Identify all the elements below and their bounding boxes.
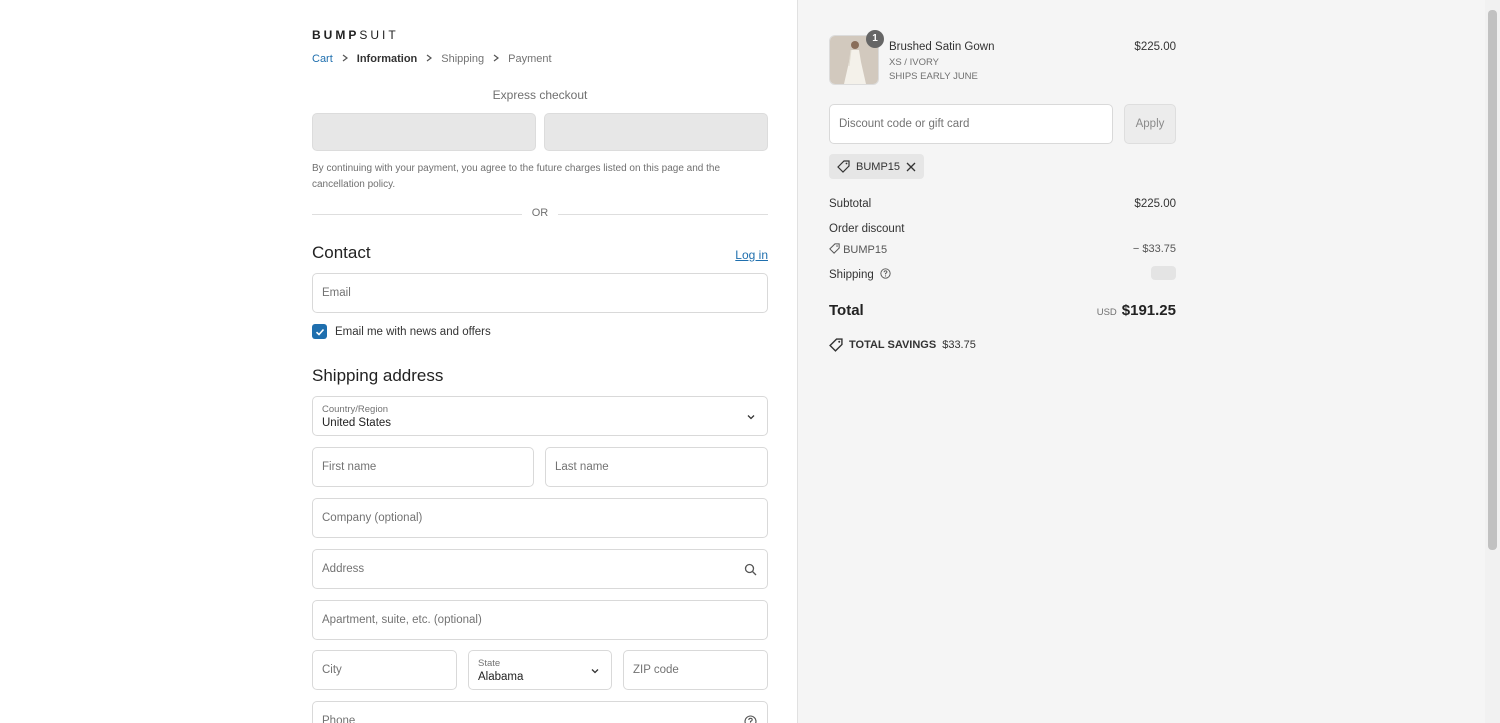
applied-discount-chip: BUMP15: [829, 154, 925, 179]
scrollbar-thumb[interactable]: [1488, 10, 1497, 550]
last-name-field[interactable]: Last name: [545, 447, 768, 487]
total-savings: TOTAL SAVINGS $33.75: [829, 338, 976, 352]
chevron-right-icon: [341, 54, 349, 65]
tag-icon: [829, 338, 843, 352]
page-scrollbar[interactable]: [1485, 0, 1500, 723]
country-label: Country/Region: [322, 404, 389, 415]
first-name-field[interactable]: First name: [312, 447, 534, 487]
state-select[interactable]: State Alabama: [468, 650, 612, 690]
shipping-row: Shipping: [829, 266, 1176, 281]
product-price: $225.00: [1134, 41, 1176, 53]
city-field[interactable]: City: [312, 650, 457, 690]
shipping-label: Shipping: [829, 269, 874, 281]
express-checkout-button-1[interactable]: [312, 113, 536, 151]
chevron-right-icon: [425, 54, 433, 65]
phone-field[interactable]: Phone: [312, 701, 768, 723]
breadcrumb-payment: Payment: [508, 53, 552, 65]
product-shipping-note: SHIPS EARLY JUNE: [889, 71, 978, 82]
apartment-field[interactable]: Apartment, suite, etc. (optional): [312, 600, 768, 640]
country-select[interactable]: Country/Region United States: [312, 396, 768, 436]
search-icon: [744, 563, 757, 576]
checkout-form-panel: BUMPSUIT Cart Information Shipping Payme…: [0, 0, 798, 723]
remove-discount-icon[interactable]: [906, 160, 916, 174]
subtotal-label: Subtotal: [829, 198, 872, 210]
email-placeholder: Email: [322, 287, 351, 299]
email-field[interactable]: Email: [312, 273, 768, 313]
first-name-placeholder: First name: [322, 461, 377, 473]
product-variant: XS / IVORY: [889, 57, 939, 68]
breadcrumb-cart[interactable]: Cart: [312, 53, 333, 65]
breadcrumb-information: Information: [356, 53, 418, 65]
tag-icon: [829, 243, 840, 254]
company-field[interactable]: Company (optional): [312, 498, 768, 538]
discount-placeholder: Discount code or gift card: [839, 118, 970, 130]
shipping-value-placeholder: [1151, 266, 1176, 280]
breadcrumb: Cart Information Shipping Payment: [312, 53, 552, 65]
quantity-badge: 1: [866, 30, 884, 48]
total-savings-label: TOTAL SAVINGS: [849, 339, 937, 351]
chevron-down-icon: [591, 669, 599, 674]
city-placeholder: City: [322, 664, 342, 676]
help-circle-icon: [744, 715, 757, 723]
address-placeholder: Address: [322, 563, 365, 575]
last-name-placeholder: Last name: [555, 461, 609, 473]
order-discount-row: Order discount: [829, 223, 1176, 235]
express-checkout-title: Express checkout: [492, 88, 588, 102]
help-circle-icon: [880, 268, 891, 279]
newsletter-label: Email me with news and offers: [335, 325, 491, 338]
payment-disclaimer: By continuing with your payment, you agr…: [312, 163, 721, 190]
zip-placeholder: ZIP code: [633, 664, 679, 676]
login-link[interactable]: Log in: [735, 248, 768, 262]
state-label: State: [478, 658, 501, 669]
express-checkout-button-2[interactable]: [544, 113, 768, 151]
discount-value: − $33.75: [1132, 243, 1176, 255]
apartment-placeholder: Apartment, suite, etc. (optional): [322, 614, 482, 626]
chevron-right-icon: [492, 54, 500, 65]
subtotal-value: $225.00: [1134, 198, 1176, 210]
total-label: Total: [829, 302, 864, 319]
or-label: OR: [531, 207, 549, 219]
state-value: Alabama: [478, 671, 524, 683]
brand-logo[interactable]: BUMPSUIT: [312, 28, 399, 42]
tag-icon: [837, 160, 850, 173]
product-name: Brushed Satin Gown: [889, 41, 995, 53]
discount-code-label: BUMP15: [843, 244, 888, 256]
total-savings-value: $33.75: [942, 339, 976, 351]
breadcrumb-shipping: Shipping: [441, 53, 485, 65]
zip-field[interactable]: ZIP code: [623, 650, 768, 690]
divider-line: [558, 214, 768, 215]
address-field[interactable]: Address: [312, 549, 768, 589]
or-divider: OR: [312, 207, 768, 221]
order-discount-label: Order discount: [829, 223, 905, 235]
divider-line: [312, 214, 522, 215]
checkmark-icon: [315, 328, 324, 336]
order-summary-panel: 1 Brushed Satin Gown XS / IVORY SHIPS EA…: [797, 0, 1500, 723]
apply-discount-button[interactable]: Apply: [1124, 104, 1176, 144]
discount-code-input[interactable]: Discount code or gift card: [829, 104, 1113, 144]
total-value: USD $191.25: [1097, 302, 1176, 319]
newsletter-checkbox[interactable]: [312, 324, 327, 339]
total-amount: $191.25: [1121, 302, 1176, 319]
phone-placeholder: Phone: [322, 715, 356, 723]
applied-discount-code: BUMP15: [856, 160, 901, 173]
contact-heading: Contact: [312, 243, 371, 262]
country-value: United States: [322, 417, 392, 429]
chevron-down-icon: [747, 415, 755, 420]
discount-code-row: BUMP15 − $33.75: [829, 243, 1176, 256]
company-placeholder: Company (optional): [322, 512, 423, 524]
total-currency: USD: [1096, 307, 1117, 318]
shipping-address-heading: Shipping address: [312, 366, 444, 385]
newsletter-option[interactable]: Email me with news and offers: [312, 324, 491, 339]
subtotal-row: Subtotal $225.00: [829, 198, 1176, 210]
